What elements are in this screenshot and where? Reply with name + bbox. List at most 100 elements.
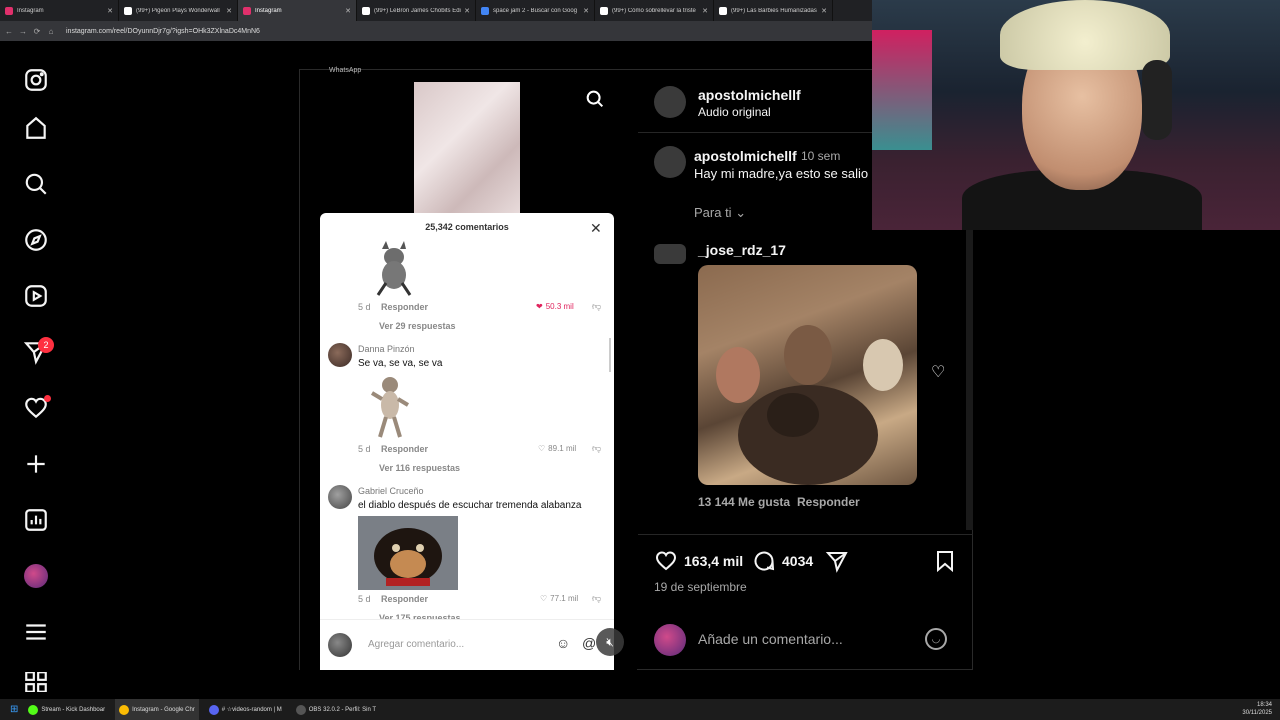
comment-input[interactable]: Agregar comentario...: [368, 639, 464, 650]
comment-author[interactable]: Danna Pinzón: [358, 344, 415, 354]
avatar[interactable]: [328, 485, 352, 509]
back-icon[interactable]: ←: [4, 27, 14, 36]
taskbar-item[interactable]: Stream - Kick Dashboar: [24, 699, 109, 720]
share-icon[interactable]: [825, 549, 849, 573]
avatar[interactable]: [328, 343, 352, 367]
reply-button[interactable]: Responder: [381, 594, 428, 604]
like-count: 77.1 mil: [550, 594, 579, 603]
app-icon: [28, 704, 39, 715]
view-replies[interactable]: Ver 29 respuestas: [379, 321, 456, 331]
comment-heart-icon[interactable]: ♡: [931, 362, 945, 382]
browser-tab[interactable]: (99+) Cómo sobrellevar la triste ✕: [595, 0, 714, 21]
system-clock[interactable]: 18:34 30/11/2025: [1242, 701, 1272, 717]
video-comments-sheet: 25,342 comentarios ✕ 5 d Responder ❤ 50.3…: [320, 213, 614, 670]
taskbar-item[interactable]: OBS 32.0.2 - Perfil: Sin T: [292, 699, 380, 720]
comments-scrollbar[interactable]: [966, 230, 973, 530]
tab-title: space jam 2 - Buscar con Goog: [493, 7, 578, 14]
tab-title: (99+) LeBron James Chobits Edi: [374, 7, 461, 14]
heart-icon: [655, 551, 677, 571]
tab-favicon-icon: [243, 6, 251, 15]
tab-title: (99+) Cómo sobrellevar la triste: [612, 7, 696, 14]
comment-button[interactable]: 4034: [752, 549, 813, 573]
mute-icon[interactable]: 🔇︎: [596, 628, 624, 656]
dashboard-icon[interactable]: [22, 506, 50, 534]
comment-like-button[interactable]: ❤ 50.3 mil: [536, 302, 574, 311]
tab-close-icon[interactable]: ✕: [702, 7, 708, 15]
taskbar-item[interactable]: Instagram - Google Chr: [115, 699, 199, 720]
comment-icon: [754, 551, 775, 571]
comment-reply-button[interactable]: Responder: [797, 495, 860, 509]
dislike-icon[interactable]: 👎︎: [592, 443, 601, 454]
browser-tab[interactable]: space jam 2 - Buscar con Goog ✕: [476, 0, 595, 21]
translate-link[interactable]: Para ti ⌄: [694, 205, 746, 221]
comment-like-button[interactable]: ♡ 77.1 mil: [540, 594, 578, 603]
author-username[interactable]: apostolmichellf: [698, 87, 801, 103]
like-button[interactable]: 163,4 mil: [654, 549, 743, 573]
browser-tab[interactable]: (99+) Las Barbies Humanizadas ✕: [714, 0, 833, 21]
tab-favicon-icon: [481, 6, 489, 15]
caption-age: 10 sem: [801, 149, 841, 163]
caption-avatar[interactable]: [654, 146, 686, 178]
menu-icon[interactable]: [22, 618, 50, 646]
home-icon[interactable]: ⌂: [46, 27, 56, 36]
discord-icon: [208, 704, 219, 715]
chrome-icon: [119, 704, 130, 715]
dislike-icon[interactable]: 👎︎: [592, 593, 601, 604]
browser-tab[interactable]: (99+) Pigeon Plays Wonderwall ✕: [119, 0, 238, 21]
comment-author[interactable]: Gabriel Cruceño: [358, 486, 424, 496]
also-from-meta-icon[interactable]: [22, 672, 50, 692]
home-icon[interactable]: [22, 114, 50, 142]
windows-start-icon[interactable]: ⊞: [10, 704, 18, 715]
dislike-icon[interactable]: 👎︎: [592, 301, 601, 312]
emoji-icon[interactable]: ☺: [556, 635, 570, 651]
browser-tab[interactable]: Instagram ✕: [0, 0, 119, 21]
taskbar-item[interactable]: # ☆videos-random | M: [205, 699, 286, 720]
tab-close-icon[interactable]: ✕: [464, 7, 470, 15]
close-icon[interactable]: ✕: [590, 220, 602, 237]
browser-tab[interactable]: Instagram ✕: [238, 0, 357, 21]
comment-age: 5 d: [358, 594, 371, 604]
emoji-icon[interactable]: ◡: [925, 628, 947, 650]
sheet-scrollbar[interactable]: [609, 338, 611, 372]
tab-favicon-icon: [362, 6, 370, 15]
mention-icon[interactable]: @: [582, 635, 596, 651]
tab-close-icon[interactable]: ✕: [821, 7, 827, 15]
dancing-monkey-gif: [370, 377, 410, 438]
tab-close-icon[interactable]: ✕: [583, 7, 589, 15]
save-icon[interactable]: [933, 549, 957, 573]
reply-button[interactable]: Responder: [381, 302, 428, 312]
create-icon[interactable]: [22, 450, 50, 478]
search-icon[interactable]: [22, 170, 50, 198]
comment-likes[interactable]: 13 144 Me gusta: [698, 495, 790, 509]
caption-username[interactable]: apostolmichellf: [694, 148, 797, 164]
tab-close-icon[interactable]: ✕: [226, 7, 232, 15]
add-comment-input[interactable]: Añade un comentario...: [698, 631, 843, 647]
author-avatar[interactable]: [654, 86, 686, 118]
comment-like-button[interactable]: ♡ 89.1 mil: [538, 444, 576, 453]
reply-button[interactable]: Responder: [381, 444, 428, 454]
explore-icon[interactable]: [22, 226, 50, 254]
comment-input-bar: Agregar comentario... ☺ @: [320, 619, 614, 670]
browser-tab[interactable]: (99+) LeBron James Chobits Edi ✕: [357, 0, 476, 21]
reels-icon[interactable]: [22, 282, 50, 310]
view-replies[interactable]: Ver 116 respuestas: [379, 463, 460, 473]
reload-icon[interactable]: ⟳: [32, 27, 42, 36]
comment-gif: [698, 265, 917, 485]
audio-label[interactable]: Audio original: [698, 105, 771, 119]
comment-avatar[interactable]: [654, 244, 686, 264]
url-text[interactable]: instagram.com/reel/DOyunnDjr7g/?igsh=OHk…: [66, 28, 260, 35]
instagram-logo-icon[interactable]: [22, 66, 50, 94]
dancing-animal-gif: [376, 241, 412, 296]
tab-close-icon[interactable]: ✕: [345, 7, 351, 15]
messages-badge: 2: [38, 337, 54, 353]
tab-close-icon[interactable]: ✕: [107, 7, 113, 15]
tab-favicon-icon: [600, 6, 608, 15]
comment-text: el diablo después de escuchar tremenda a…: [358, 500, 582, 511]
address-bar[interactable]: ← → ⟳ ⌂ instagram.com/reel/DOyunnDjr7g/?…: [0, 21, 872, 41]
forward-icon[interactable]: →: [18, 27, 28, 36]
tab-title: Instagram: [17, 7, 44, 14]
comment-username[interactable]: _jose_rdz_17: [698, 242, 786, 258]
video-search-icon[interactable]: [584, 88, 606, 110]
profile-avatar[interactable]: [22, 562, 50, 590]
tab-favicon-icon: [124, 6, 132, 15]
